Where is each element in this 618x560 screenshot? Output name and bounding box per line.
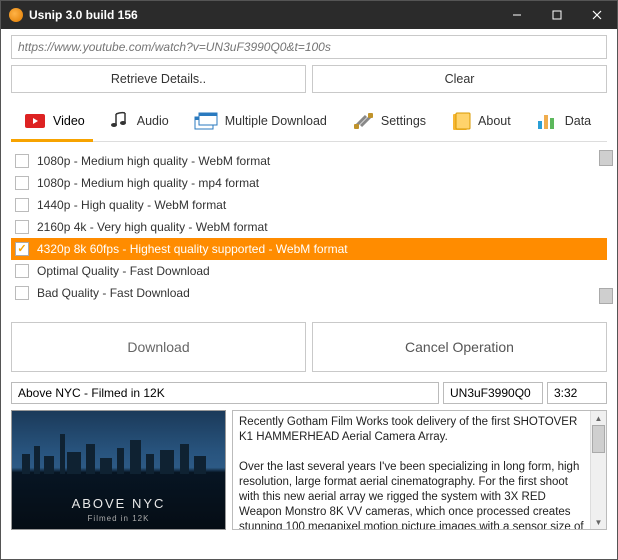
quality-label: 1440p - High quality - WebM format: [37, 198, 226, 212]
tab-label: About: [478, 114, 511, 128]
audio-icon: [109, 111, 131, 131]
quality-checkbox[interactable]: [15, 198, 29, 212]
tab-label: Multiple Download: [225, 114, 327, 128]
quality-checkbox[interactable]: [15, 154, 29, 168]
window-title: Usnip 3.0 build 156: [29, 8, 497, 22]
quality-item[interactable]: 4320p 8k 60fps - Highest quality support…: [11, 238, 607, 260]
download-button[interactable]: Download: [11, 322, 306, 372]
quality-label: 1080p - Medium high quality - WebM forma…: [37, 154, 270, 168]
tab-label: Settings: [381, 114, 426, 128]
tab-audio[interactable]: Audio: [97, 105, 181, 141]
cancel-button[interactable]: Cancel Operation: [312, 322, 607, 372]
tab-label: Audio: [137, 114, 169, 128]
close-button[interactable]: [577, 1, 617, 29]
quality-item[interactable]: 1080p - Medium high quality - WebM forma…: [11, 150, 607, 172]
maximize-button[interactable]: [537, 1, 577, 29]
clear-button[interactable]: Clear: [312, 65, 607, 93]
skyline-graphic: [12, 434, 225, 474]
scroll-down-arrow[interactable]: ▼: [591, 515, 606, 529]
quality-checkbox[interactable]: [15, 264, 29, 278]
scroll-down-button[interactable]: [599, 288, 613, 304]
tab-about[interactable]: About: [438, 105, 523, 141]
tab-multiple[interactable]: Multiple Download: [181, 105, 339, 141]
video-thumbnail: ABOVE NYC Filmed in 12K: [11, 410, 226, 530]
quality-checkbox[interactable]: [15, 220, 29, 234]
video-id-field[interactable]: [443, 382, 543, 404]
quality-checkbox[interactable]: [15, 176, 29, 190]
tab-data[interactable]: Data: [523, 105, 603, 141]
thumbnail-subtitle: Filmed in 12K: [12, 514, 225, 523]
quality-item[interactable]: Optimal Quality - Fast Download: [11, 260, 607, 282]
nav-tabs: Video Audio Multiple Download Settings A…: [11, 105, 607, 142]
quality-checkbox[interactable]: [15, 242, 29, 256]
retrieve-button[interactable]: Retrieve Details..: [11, 65, 306, 93]
tab-video[interactable]: Video: [11, 105, 97, 141]
about-icon: [450, 111, 472, 131]
quality-label: 2160p 4k - Very high quality - WebM form…: [37, 220, 268, 234]
quality-label: 4320p 8k 60fps - Highest quality support…: [37, 242, 348, 256]
data-icon: [535, 111, 559, 131]
app-icon: [9, 8, 23, 22]
description-box: Recently Gotham Film Works took delivery…: [232, 410, 607, 530]
tab-label: Video: [53, 114, 85, 128]
quality-item[interactable]: 2160p 4k - Very high quality - WebM form…: [11, 216, 607, 238]
video-icon: [23, 111, 47, 131]
scroll-thumb[interactable]: [592, 425, 605, 453]
minimize-button[interactable]: [497, 1, 537, 29]
quality-item[interactable]: Bad Quality - Fast Download: [11, 282, 607, 304]
quality-item[interactable]: 1080p - Medium high quality - mp4 format: [11, 172, 607, 194]
quality-list: 1080p - Medium high quality - WebM forma…: [11, 150, 607, 304]
url-input[interactable]: [11, 35, 607, 59]
multi-icon: [193, 111, 219, 131]
scroll-up-arrow[interactable]: ▲: [591, 411, 606, 425]
quality-label: Optimal Quality - Fast Download: [37, 264, 210, 278]
description-scrollbar[interactable]: ▲ ▼: [590, 411, 606, 529]
title-bar: Usnip 3.0 build 156: [1, 1, 617, 29]
description-text[interactable]: Recently Gotham Film Works took delivery…: [233, 411, 590, 529]
quality-label: Bad Quality - Fast Download: [37, 286, 190, 300]
video-duration-field[interactable]: [547, 382, 607, 404]
thumbnail-title: ABOVE NYC: [12, 496, 225, 511]
quality-label: 1080p - Medium high quality - mp4 format: [37, 176, 259, 190]
quality-item[interactable]: 1440p - High quality - WebM format: [11, 194, 607, 216]
scroll-up-button[interactable]: [599, 150, 613, 166]
quality-checkbox[interactable]: [15, 286, 29, 300]
tab-settings[interactable]: Settings: [339, 105, 438, 141]
settings-icon: [351, 111, 375, 131]
video-title-field[interactable]: [11, 382, 439, 404]
tab-label: Data: [565, 114, 591, 128]
